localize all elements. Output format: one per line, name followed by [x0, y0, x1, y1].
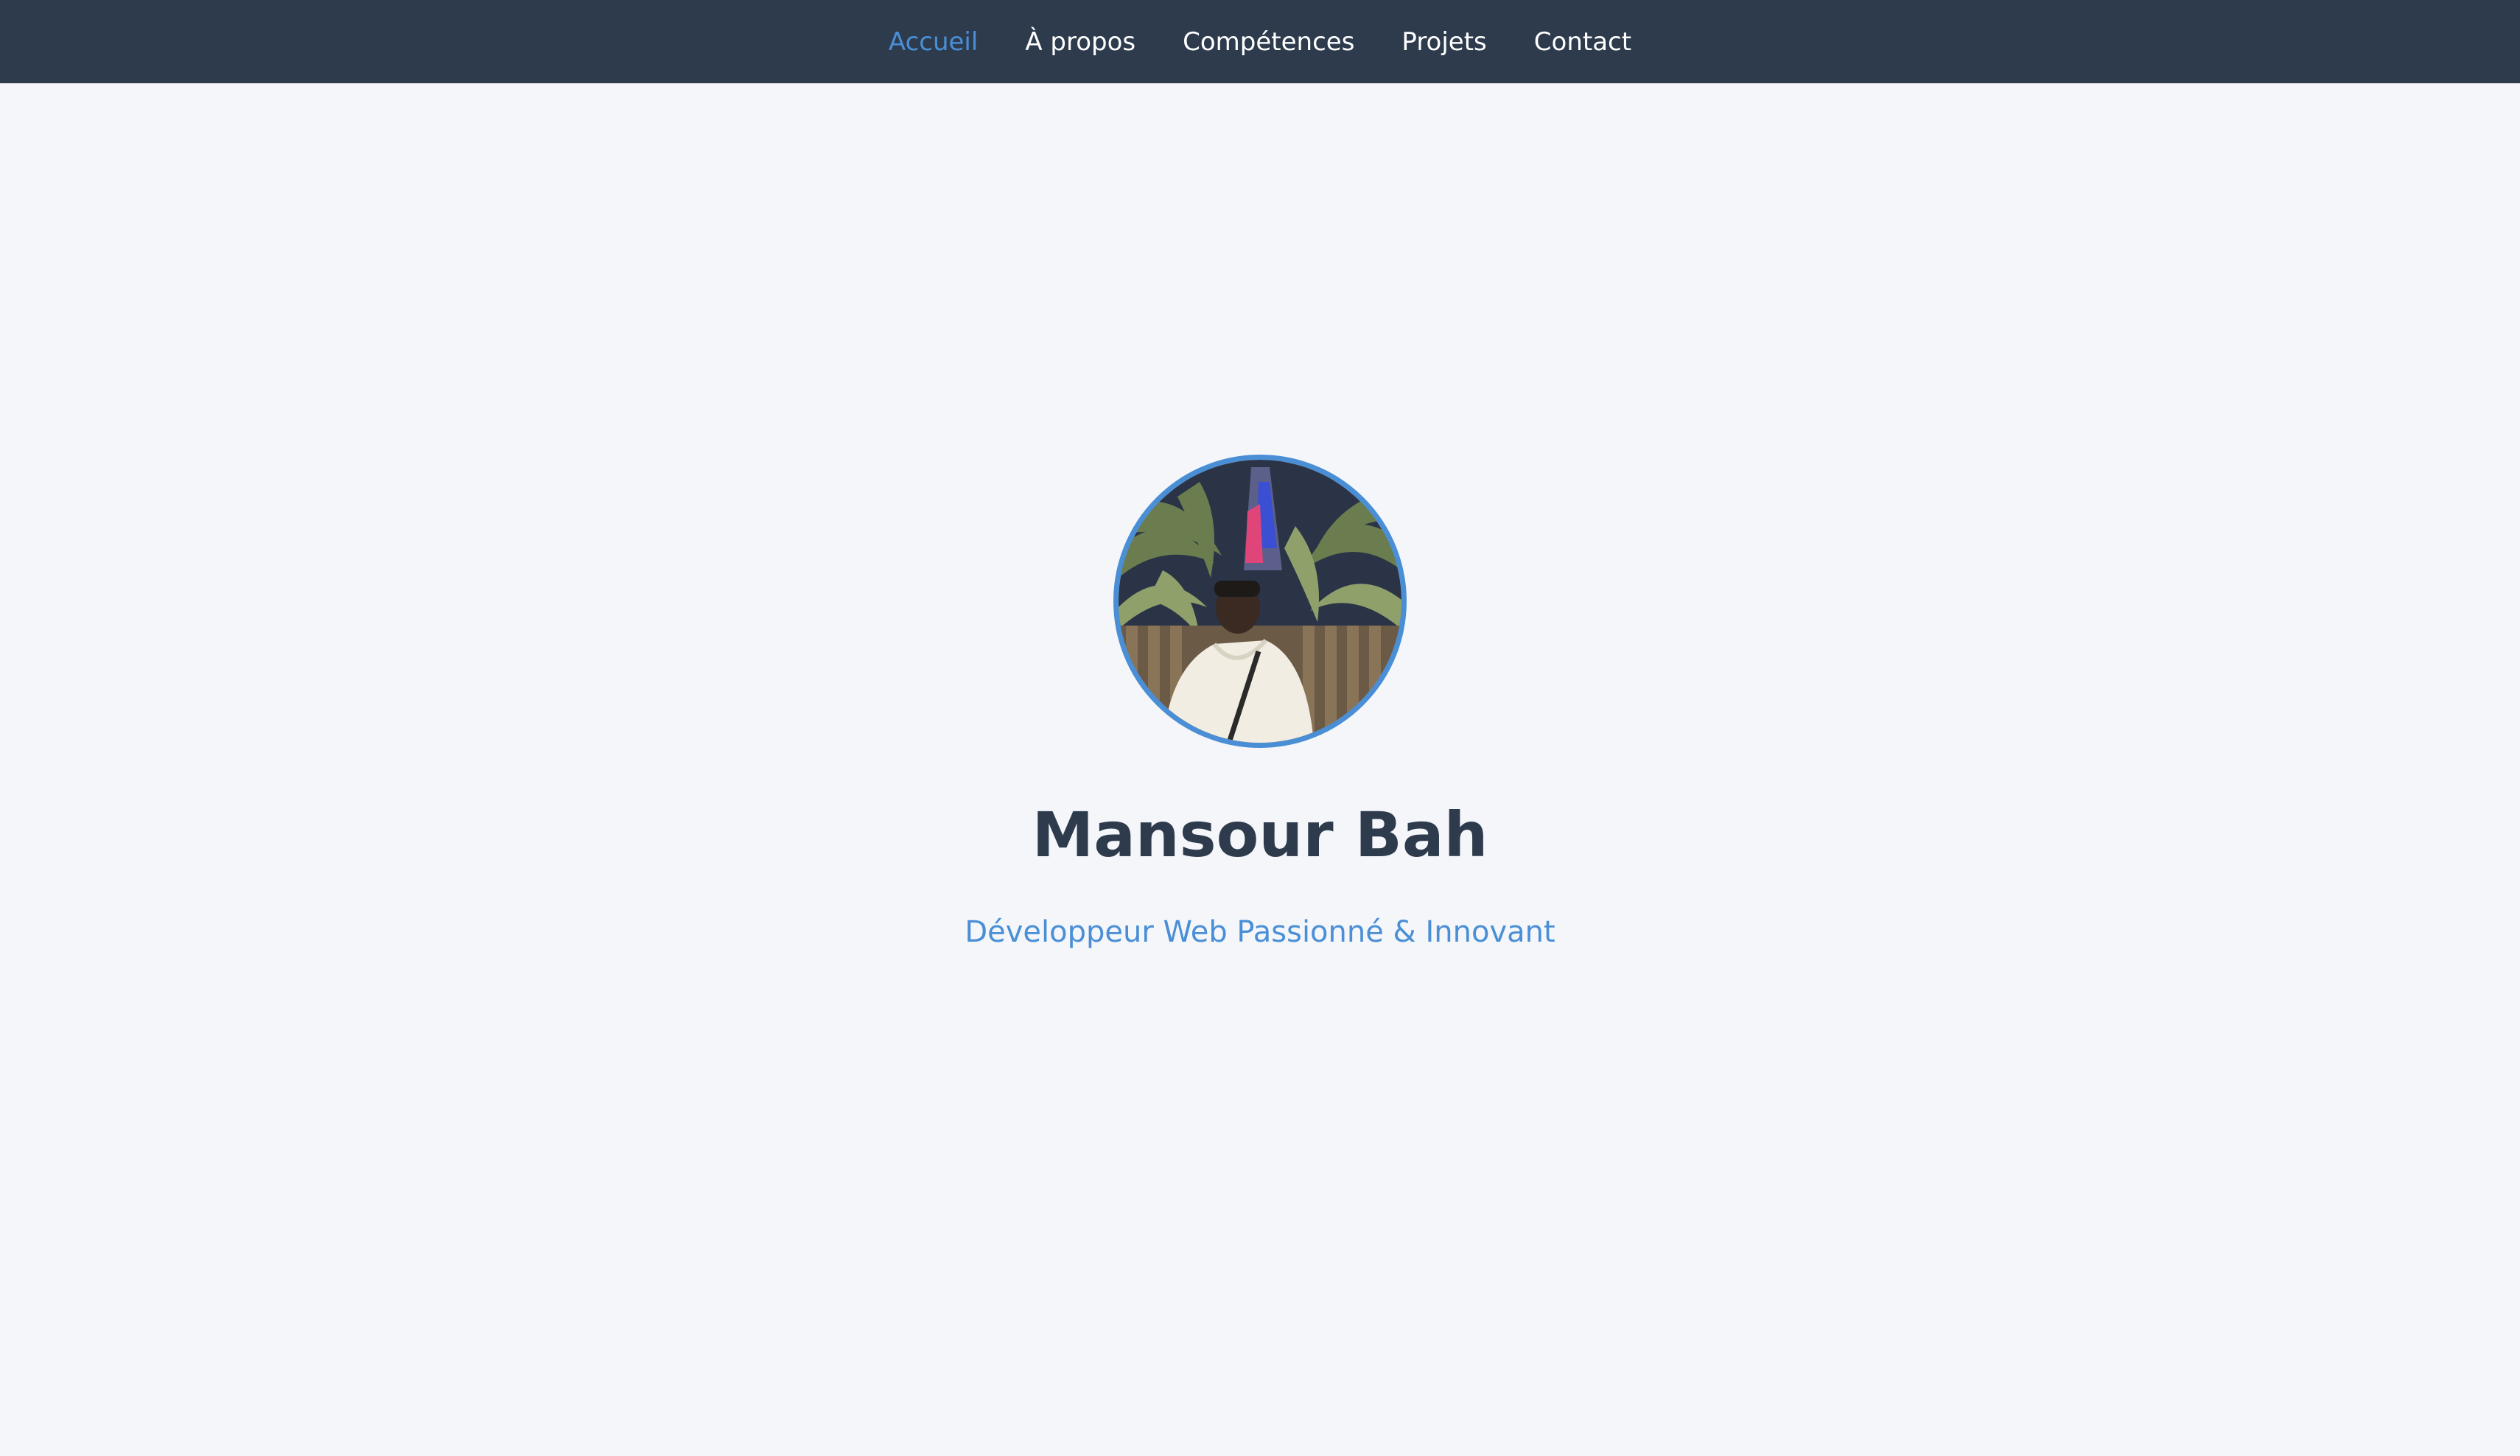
top-navbar: Accueil À propos Compétences Projets Con…	[0, 0, 2520, 83]
avatar	[1113, 455, 1407, 748]
hero-name: Mansour Bah	[1032, 799, 1488, 871]
nav-link-contact[interactable]: Contact	[1534, 27, 1631, 57]
hero-tagline: Développeur Web Passionné & Innovant	[965, 915, 1555, 949]
nav-link-accueil[interactable]: Accueil	[889, 27, 978, 57]
nav-link-projets[interactable]: Projets	[1401, 27, 1486, 57]
nav-link-a-propos[interactable]: À propos	[1025, 27, 1135, 57]
hero-section: Mansour Bah Développeur Web Passionné & …	[0, 83, 2520, 1456]
profile-photo	[1119, 460, 1401, 743]
nav-link-competences[interactable]: Compétences	[1183, 27, 1354, 57]
